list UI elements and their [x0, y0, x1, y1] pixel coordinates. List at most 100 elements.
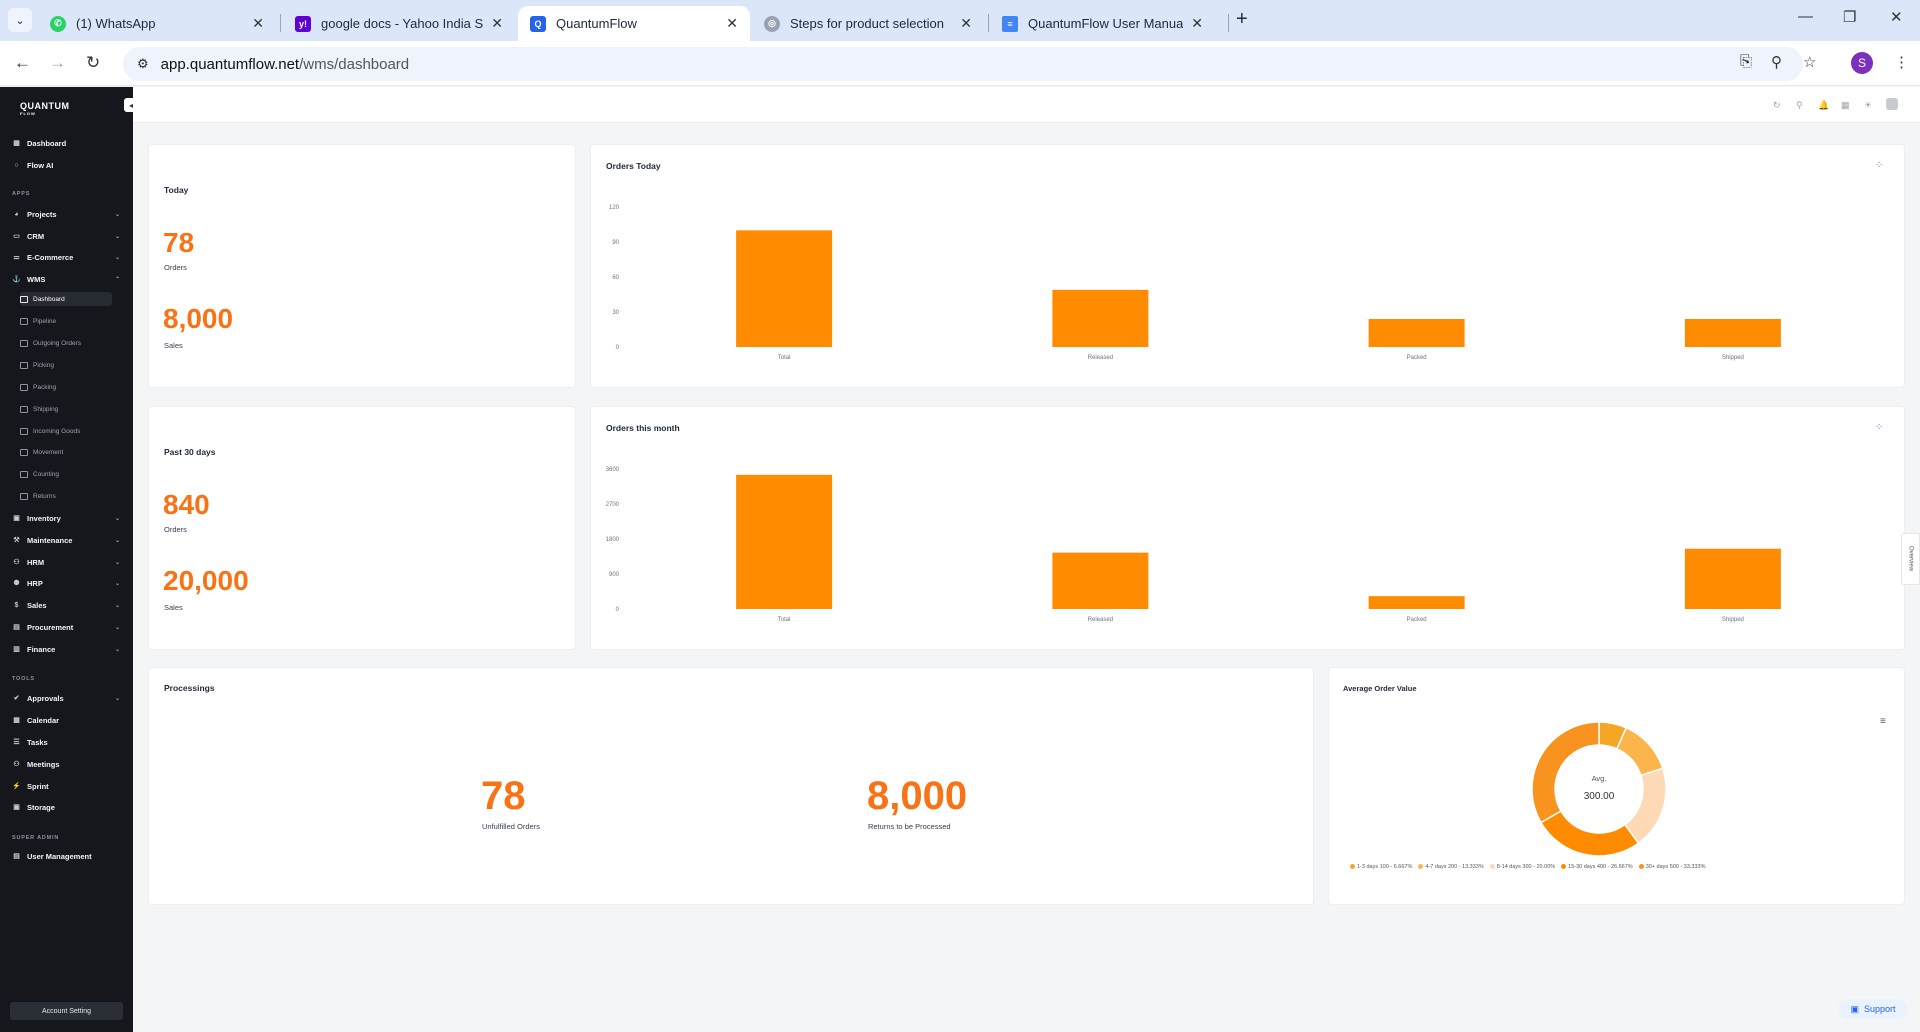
sidebar-sub-outgoing-orders[interactable]: Outgoing Orders [20, 336, 112, 350]
nav-label: Storage [27, 802, 55, 812]
sidebar-item-hrm[interactable]: ⚇ HRM ⌄ [12, 553, 124, 571]
table-icon [20, 317, 28, 325]
new-tab-button[interactable]: + [1236, 8, 1248, 31]
bar-shipped[interactable] [1684, 319, 1781, 347]
sidebar-sub-returns[interactable]: Returns [20, 489, 112, 503]
sidebar-item-sales[interactable]: $ Sales ⌄ [12, 596, 124, 614]
legend-item[interactable]: 30+ days 500 - 33.333% [1638, 864, 1705, 870]
close-window-icon[interactable]: ✕ [1890, 8, 1903, 26]
sidebar-sub-incoming-goods[interactable]: Incoming Goods [20, 424, 112, 438]
sidebar-item-crm[interactable]: ▭ CRM ⌄ [12, 227, 124, 245]
sidebar-item-calendar[interactable]: ▦ Calendar [12, 711, 124, 729]
orders-today-card: Orders Today ⁘ 0 30 60 90 120 Total Released Pa… [590, 144, 1905, 388]
sidebar-sub-movement[interactable]: Movement [20, 445, 112, 459]
browser-tab-quantumflow[interactable]: Q QuantumFlow ✕ [518, 6, 750, 41]
sidebar-item-wms[interactable]: ⚓ WMS ⌃ [12, 270, 124, 288]
sidebar-sub-shipping[interactable]: Shipping [20, 402, 112, 416]
sidebar-item-user-management[interactable]: ▤ User Management [12, 847, 124, 865]
url-input[interactable]: ⚙ app.quantumflow.net/wms/dashboard [123, 47, 1803, 81]
today-sales-label: Sales [164, 341, 183, 350]
zoom-icon[interactable]: ⚲ [1771, 53, 1782, 71]
sidebar-item-meetings[interactable]: ⚇ Meetings [12, 755, 124, 773]
site-info-icon[interactable]: ⚙ [137, 56, 149, 72]
sidebar-sub-packing[interactable]: Packing [20, 380, 112, 394]
sidebar-sub-dashboard[interactable]: Dashboard [20, 292, 112, 306]
sidebar-item-sprint[interactable]: ⚡ Sprint [12, 777, 124, 795]
bar-total[interactable] [736, 230, 833, 347]
profile-avatar[interactable]: S [1851, 52, 1873, 74]
sidebar-item-maintenance[interactable]: ⚒ Maintenance ⌄ [12, 531, 124, 549]
minimize-icon[interactable]: — [1798, 8, 1813, 25]
forward-icon[interactable]: → [49, 53, 66, 73]
bar-released[interactable] [1052, 552, 1149, 609]
tab-search-button[interactable]: ⌄ [8, 8, 32, 32]
grid-icon: ▦ [13, 140, 20, 147]
bar-packed[interactable] [1368, 596, 1465, 609]
card-title: Processings [164, 683, 215, 693]
nav-label: CRM [27, 231, 45, 241]
restore-icon[interactable]: ❐ [1843, 8, 1856, 26]
close-tab-icon[interactable]: ✕ [960, 15, 972, 32]
browser-tab-steps[interactable]: ◎ Steps for product selection ✕ [752, 6, 984, 41]
donut-slice[interactable] [1531, 721, 1600, 824]
hamburger-menu-icon[interactable]: ≡ [1880, 716, 1886, 727]
support-button[interactable]: ▣ Support [1838, 999, 1908, 1019]
sidebar-item-flow-ai[interactable]: ○ Flow AI [12, 156, 124, 174]
sidebar-sub-pipeline[interactable]: Pipeline [20, 314, 112, 328]
install-app-icon[interactable]: ⎘ [1740, 53, 1752, 70]
x-tick-label: Total [778, 355, 791, 361]
menu-kebab-icon[interactable]: ⋮ [1894, 53, 1909, 71]
sidebar-item-ecommerce[interactable]: ⚌ E-Commerce ⌄ [12, 248, 124, 266]
sidebar-item-storage[interactable]: ▣ Storage [12, 798, 124, 816]
overview-tab[interactable]: Overview [1901, 533, 1920, 585]
close-tab-icon[interactable]: ✕ [1191, 15, 1203, 32]
donut-slice[interactable] [1539, 809, 1640, 857]
refresh-icon[interactable]: ↻ [1773, 100, 1781, 111]
donut-slice[interactable] [1615, 726, 1664, 777]
sidebar-item-hrp[interactable]: ⚉ HRP ⌄ [12, 574, 124, 592]
chevron-down-icon: ⌄ [114, 695, 120, 702]
sidebar-item-approvals[interactable]: ✔ Approvals ⌄ [12, 689, 124, 707]
legend-item[interactable]: 8-14 days 300 - 20.00% [1489, 864, 1555, 870]
orders-today-chart: 0 30 60 90 120 Total Released Packed Shipped [609, 205, 1781, 361]
sidebar-sub-counting[interactable]: Counting [20, 467, 112, 481]
nav-label: User Management [27, 851, 92, 861]
legend-item[interactable]: 15-30 days 400 - 26.667% [1561, 864, 1633, 870]
back-icon[interactable]: ← [14, 53, 31, 73]
bar-packed[interactable] [1368, 319, 1465, 347]
search-icon[interactable]: ⚲ [1796, 100, 1803, 111]
reload-icon[interactable]: ↻ [86, 53, 100, 73]
legend-item[interactable]: 1-3 days 100 - 6.667% [1350, 864, 1412, 870]
bar-shipped[interactable] [1684, 548, 1781, 609]
sidebar-item-procurement[interactable]: ▤ Procurement ⌄ [12, 618, 124, 636]
legend-item[interactable]: 4-7 days 200 - 13.333% [1418, 864, 1484, 870]
approvals-icon: ✔ [13, 695, 20, 702]
nav-label: Counting [33, 470, 60, 478]
x-tick-label: Total [778, 617, 791, 623]
legend-label: 1-3 days 100 - 6.667% [1357, 864, 1413, 870]
browser-tab-whatsapp[interactable]: ✆ (1) WhatsApp ✕ [38, 6, 276, 41]
account-setting-button[interactable]: Account Setting [10, 1002, 123, 1020]
sidebar-item-finance[interactable]: ▥ Finance ⌄ [12, 640, 124, 658]
sidebar-item-tasks[interactable]: ☰ Tasks [12, 733, 124, 751]
close-tab-icon[interactable]: ✕ [252, 15, 264, 32]
table-icon [20, 339, 28, 347]
quantumflow-logo[interactable]: QUANTUM FLOW [20, 101, 70, 116]
bar-total[interactable] [736, 474, 833, 609]
sidebar-item-dashboard[interactable]: ▦ Dashboard [12, 134, 124, 152]
past30-orders-value: 840 [163, 489, 210, 520]
browser-tab-yahoo[interactable]: y! google docs - Yahoo India Search ✕ [283, 6, 515, 41]
bar-released[interactable] [1052, 289, 1149, 347]
sidebar-item-projects[interactable]: ◕ Projects ⌄ [12, 205, 124, 223]
close-tab-icon[interactable]: ✕ [726, 15, 738, 32]
apps-grid-icon[interactable]: ▦ [1841, 100, 1850, 111]
unfulfilled-orders-value: 78 [481, 774, 526, 818]
close-tab-icon[interactable]: ✕ [491, 15, 503, 32]
user-avatar[interactable] [1886, 98, 1898, 110]
sidebar-sub-picking[interactable]: Picking [20, 358, 112, 372]
notification-bell-icon[interactable]: 🔔 [1818, 100, 1829, 111]
bookmark-star-icon[interactable]: ☆ [1803, 53, 1816, 71]
theme-toggle-icon[interactable]: ☀ [1864, 100, 1872, 111]
sidebar-item-inventory[interactable]: ▣ Inventory ⌄ [12, 509, 124, 527]
browser-tab-docs[interactable]: ≡ QuantumFlow User Manual - Google Docs … [990, 6, 1215, 41]
